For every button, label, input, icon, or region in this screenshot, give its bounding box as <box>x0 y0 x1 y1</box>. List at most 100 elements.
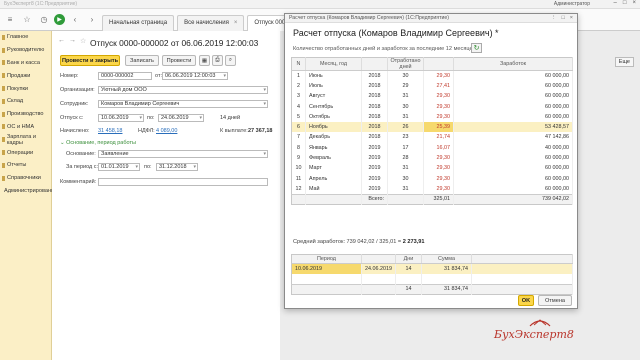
number-field[interactable]: 0000-000002 <box>98 72 152 80</box>
calc-days-cell: 21,74 <box>423 132 454 143</box>
print-icon[interactable]: ⎙ <box>212 55 223 66</box>
favorite-star-icon[interactable]: ☆ <box>80 37 86 45</box>
empty-cell <box>305 193 362 205</box>
year-cell: 2019 <box>361 163 388 174</box>
average-formula: Средний заработок: 739 042,02 / 325,01 = <box>293 239 402 245</box>
date-field[interactable]: 06.06.2019 12:00:03 <box>162 72 228 80</box>
close-icon[interactable]: × <box>234 20 238 26</box>
sidebar-item[interactable]: Отчеты <box>0 159 51 172</box>
sidebar-item-label: Главное <box>7 34 29 41</box>
star-icon[interactable]: ☆ <box>20 13 34 27</box>
sidebar-marker-icon <box>2 162 5 168</box>
table-row[interactable]: 10.06.2019 24.06.2019 14 31 834,74 <box>291 263 574 274</box>
col-header: Заработок <box>453 57 573 71</box>
history-icon[interactable]: ◷ <box>37 13 51 27</box>
org-field[interactable]: Уютный дом ООО <box>98 86 268 94</box>
tab-all-accruals[interactable]: Все начисления × <box>177 14 245 31</box>
ndfl-label: НДФЛ: <box>138 128 155 134</box>
sidebar-item[interactable]: Справочники <box>0 172 51 185</box>
sidebar-item[interactable]: Производство <box>0 108 51 121</box>
sidebar-item[interactable]: Зарплата и кадры <box>0 133 51 146</box>
table-row[interactable]: 9 Февраль 2019 28 29,30 60 000,00 <box>291 152 573 164</box>
row-number-cell: 10 <box>291 163 306 174</box>
days-cell: 31 <box>387 183 424 195</box>
sidebar-item[interactable]: Главное <box>0 31 51 44</box>
back-icon[interactable]: ‹ <box>68 13 82 27</box>
sidebar-item[interactable]: Склад <box>0 95 51 108</box>
period-to-label: по: <box>144 164 152 170</box>
sidebar-item[interactable]: Продажи <box>0 69 51 82</box>
table-row[interactable]: 5 Октябрь 2018 31 29,30 60 000,00 <box>291 111 573 122</box>
sidebar-item-label: Продажи <box>7 72 31 79</box>
forward-icon[interactable]: › <box>85 13 99 27</box>
table-row[interactable]: 3 Август 2018 31 29,30 60 000,00 <box>291 91 573 102</box>
attach-icon[interactable]: ⌕ <box>225 55 236 66</box>
month-cell: Август <box>305 91 362 102</box>
sidebar-item[interactable]: ОС и НМА <box>0 121 51 134</box>
calc-days-cell: 29,30 <box>423 183 454 195</box>
cancel-button[interactable]: Отмена <box>538 295 572 306</box>
total-row: 14 31 834,74 <box>291 283 574 295</box>
table-row[interactable]: 1 Июнь 2018 30 29,30 60 000,00 <box>291 70 573 81</box>
employee-field[interactable]: Комаров Владимир Сергеевич <box>98 100 268 108</box>
post-and-close-button[interactable]: Провести и закрыть <box>60 55 120 66</box>
table-row[interactable]: 7 Декабрь 2018 23 21,74 47 142,86 <box>291 132 573 143</box>
year-cell: 2018 <box>361 80 388 92</box>
ndfl-link[interactable]: 4 089,00 <box>156 128 177 134</box>
earnings-cell: 60 000,00 <box>453 163 573 174</box>
vacation-from-field[interactable]: 10.06.2019 <box>98 114 144 122</box>
average-earnings: Средний заработок: 739 042,02 / 325,01 =… <box>293 239 424 245</box>
total-sum: 31 834,74 <box>421 283 472 295</box>
table-row[interactable]: 10 Март 2019 31 29,30 60 000,00 <box>291 163 573 174</box>
period-from-field[interactable]: 01.01.2019 <box>98 163 140 171</box>
calc-days-cell: 29,30 <box>423 111 454 122</box>
journal-icon[interactable]: ▦ <box>199 55 210 66</box>
table-row[interactable]: 11 Апрель 2019 30 29,30 60 000,00 <box>291 173 573 184</box>
sidebar-item-label: Производство <box>7 111 44 118</box>
maximize-icon[interactable]: □ <box>623 0 627 6</box>
vacation-to-field[interactable]: 24.06.2019 <box>158 114 204 122</box>
back-arrow-icon[interactable]: ← <box>58 37 65 44</box>
save-button[interactable]: Записать <box>125 55 159 66</box>
basis-field[interactable]: Заявление <box>98 150 268 158</box>
close-icon[interactable]: × <box>632 0 636 6</box>
sidebar-item[interactable]: Администрирование <box>0 185 57 198</box>
more-button[interactable]: Еще <box>614 57 634 67</box>
post-button[interactable]: Провести <box>162 55 196 66</box>
play-icon[interactable]: ▶ <box>54 14 65 25</box>
sidebar-marker-icon <box>2 124 5 130</box>
sidebar-item-label: ОС и НМА <box>7 123 35 130</box>
days-cell: 31 <box>387 111 424 122</box>
accrued-link[interactable]: 31 458,18 <box>98 128 122 134</box>
tab-home[interactable]: Начальная страница <box>102 14 175 31</box>
maximize-icon[interactable]: □ <box>561 15 564 21</box>
basis-section-toggle[interactable]: ⌄ Основание, период работы <box>60 140 136 146</box>
minimize-icon[interactable]: – <box>614 0 617 6</box>
table-row[interactable]: 4 Сентябрь 2018 30 29,30 60 000,00 <box>291 101 573 112</box>
table-row[interactable]: 8 Январь 2019 17 16,07 40 000,00 <box>291 142 573 153</box>
sidebar-item[interactable]: Руководителю <box>0 44 51 57</box>
ok-button[interactable]: OK <box>518 295 534 306</box>
calc-days-cell: 29,30 <box>423 101 454 112</box>
total-days-value: 325,01 <box>423 193 454 205</box>
close-icon[interactable]: × <box>570 15 573 21</box>
year-cell: 2019 <box>361 183 388 195</box>
empty-cell <box>395 273 422 285</box>
sidebar-item[interactable]: Операции <box>0 146 51 159</box>
calc-days-cell: 29,30 <box>423 163 454 174</box>
days-cell: 28 <box>387 152 424 164</box>
table-row[interactable]: 2 Июль 2018 29 27,41 60 000,00 <box>291 80 573 92</box>
table-row[interactable]: 6 Ноябрь 2018 26 25,39 53 428,57 <box>291 121 573 133</box>
comment-field[interactable] <box>98 178 268 186</box>
refresh-icon[interactable]: ↻ <box>471 43 482 53</box>
sidebar-item[interactable]: Покупки <box>0 82 51 95</box>
month-cell: Ноябрь <box>305 121 362 133</box>
period-to-field[interactable]: 31.12.2018 <box>156 163 198 171</box>
sidebar-item[interactable]: Банк и касса <box>0 57 51 70</box>
sidebar-item-label: Банк и касса <box>7 59 40 66</box>
menu-icon[interactable]: ⋮ <box>551 15 557 21</box>
forward-arrow-icon[interactable]: → <box>69 37 76 44</box>
menu-icon[interactable]: ≡ <box>3 13 17 27</box>
user-name[interactable]: Администратор <box>554 1 590 7</box>
table-row[interactable]: 12 Май 2019 31 29,30 60 000,00 <box>291 183 573 195</box>
